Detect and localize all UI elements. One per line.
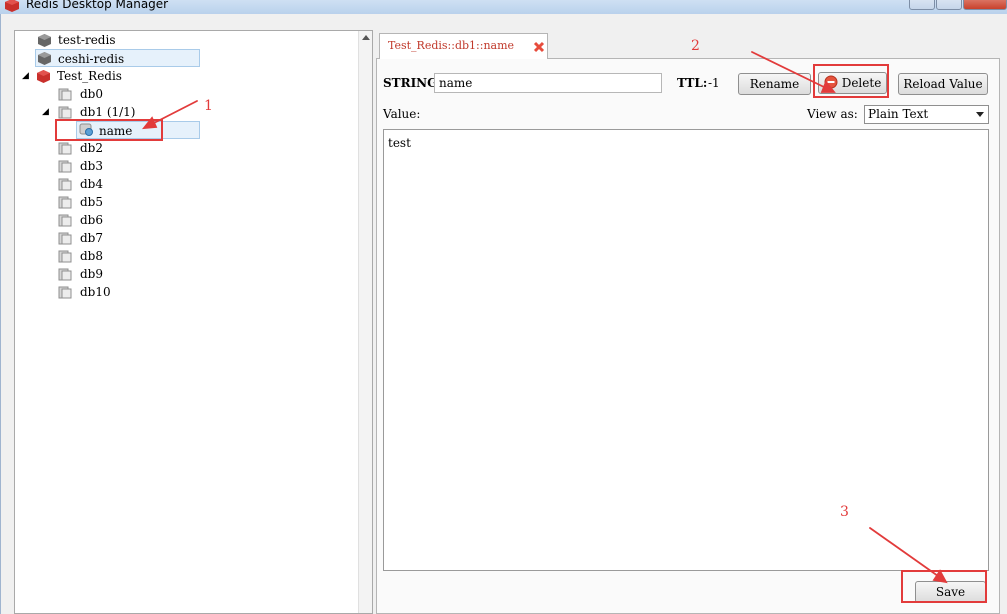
database-label: db6 [80, 213, 103, 227]
annotation-number-3: 3 [840, 504, 849, 520]
annotation-number-2: 2 [691, 38, 700, 54]
database-icon [58, 88, 72, 101]
maximize-button[interactable] [936, 0, 962, 10]
annotation-box-1 [55, 119, 163, 141]
expand-arrow-icon[interactable]: ◢ [22, 67, 29, 85]
database-label: db8 [80, 249, 103, 263]
database-label: db10 [80, 285, 111, 299]
rename-button[interactable]: Rename [738, 73, 811, 95]
value-textarea[interactable]: test [383, 129, 989, 571]
view-as-selected: Plain Text [868, 107, 929, 121]
database-icon [58, 232, 72, 245]
tree-item-database[interactable]: db8 [40, 247, 200, 265]
tree-item-database[interactable]: db3 [40, 157, 200, 175]
annotation-number-1: 1 [204, 98, 213, 114]
key-name-input[interactable]: name [434, 73, 662, 93]
tree-item-server[interactable]: ceshi-redis [35, 49, 200, 67]
server-icon [38, 52, 51, 65]
tree-item-database[interactable]: db4 [40, 175, 200, 193]
value-label: Value: [383, 107, 421, 121]
tree-item-server-expanded[interactable]: ◢ Test_Redis [20, 67, 200, 85]
reload-value-button[interactable]: Reload Value [898, 73, 988, 95]
close-tab-icon[interactable] [533, 41, 545, 53]
database-label: db5 [80, 195, 103, 209]
dropdown-arrow-icon [976, 112, 984, 117]
database-icon [58, 196, 72, 209]
database-icon [58, 160, 72, 173]
database-label: db2 [80, 141, 103, 155]
annotation-box-3 [901, 570, 987, 603]
tree-item-database[interactable]: db7 [40, 229, 200, 247]
database-icon [58, 250, 72, 263]
tree-scrollbar[interactable] [358, 31, 372, 613]
database-icon [58, 268, 72, 281]
redis-app-icon [5, 0, 19, 12]
database-label: db4 [80, 177, 103, 191]
server-label: test-redis [58, 33, 116, 47]
database-icon [58, 106, 72, 119]
view-as-select[interactable]: Plain Text [864, 105, 989, 124]
database-label: db7 [80, 231, 103, 245]
minimize-button[interactable] [909, 0, 935, 10]
tab-label: Test_Redis::db1::name [388, 39, 515, 52]
tree-item-database[interactable]: db6 [40, 211, 200, 229]
database-icon [58, 178, 72, 191]
database-icon [58, 142, 72, 155]
tree-item-database[interactable]: db10 [40, 283, 200, 301]
window-title: Redis Desktop Manager [26, 0, 169, 11]
window-controls [908, 0, 1007, 10]
ttl-value: -1 [708, 76, 720, 90]
title-bar: Redis Desktop Manager [0, 0, 1007, 14]
database-icon [58, 214, 72, 227]
tree-item-database[interactable]: db2 [40, 139, 200, 157]
server-icon [38, 34, 51, 47]
view-as-label: View as: [807, 107, 858, 121]
tab-key-editor[interactable]: Test_Redis::db1::name [379, 33, 548, 59]
tree-item-database[interactable]: db0 [40, 85, 200, 103]
database-icon [58, 286, 72, 299]
key-type-label: STRING: [383, 76, 442, 90]
close-window-button[interactable] [963, 0, 1007, 10]
database-label: db0 [80, 87, 103, 101]
scroll-up-arrow-icon[interactable] [362, 35, 370, 40]
server-label: Test_Redis [57, 69, 122, 83]
tree-item-server[interactable]: test-redis [36, 31, 196, 49]
ttl-label: TTL: [677, 76, 708, 90]
tree-item-database[interactable]: db9 [40, 265, 200, 283]
tree-item-database[interactable]: db5 [40, 193, 200, 211]
server-label: ceshi-redis [58, 52, 125, 66]
server-icon [37, 70, 50, 83]
annotation-box-2 [813, 64, 889, 98]
database-label: db3 [80, 159, 103, 173]
expand-arrow-icon[interactable]: ◢ [42, 103, 49, 121]
database-label: db9 [80, 267, 103, 281]
